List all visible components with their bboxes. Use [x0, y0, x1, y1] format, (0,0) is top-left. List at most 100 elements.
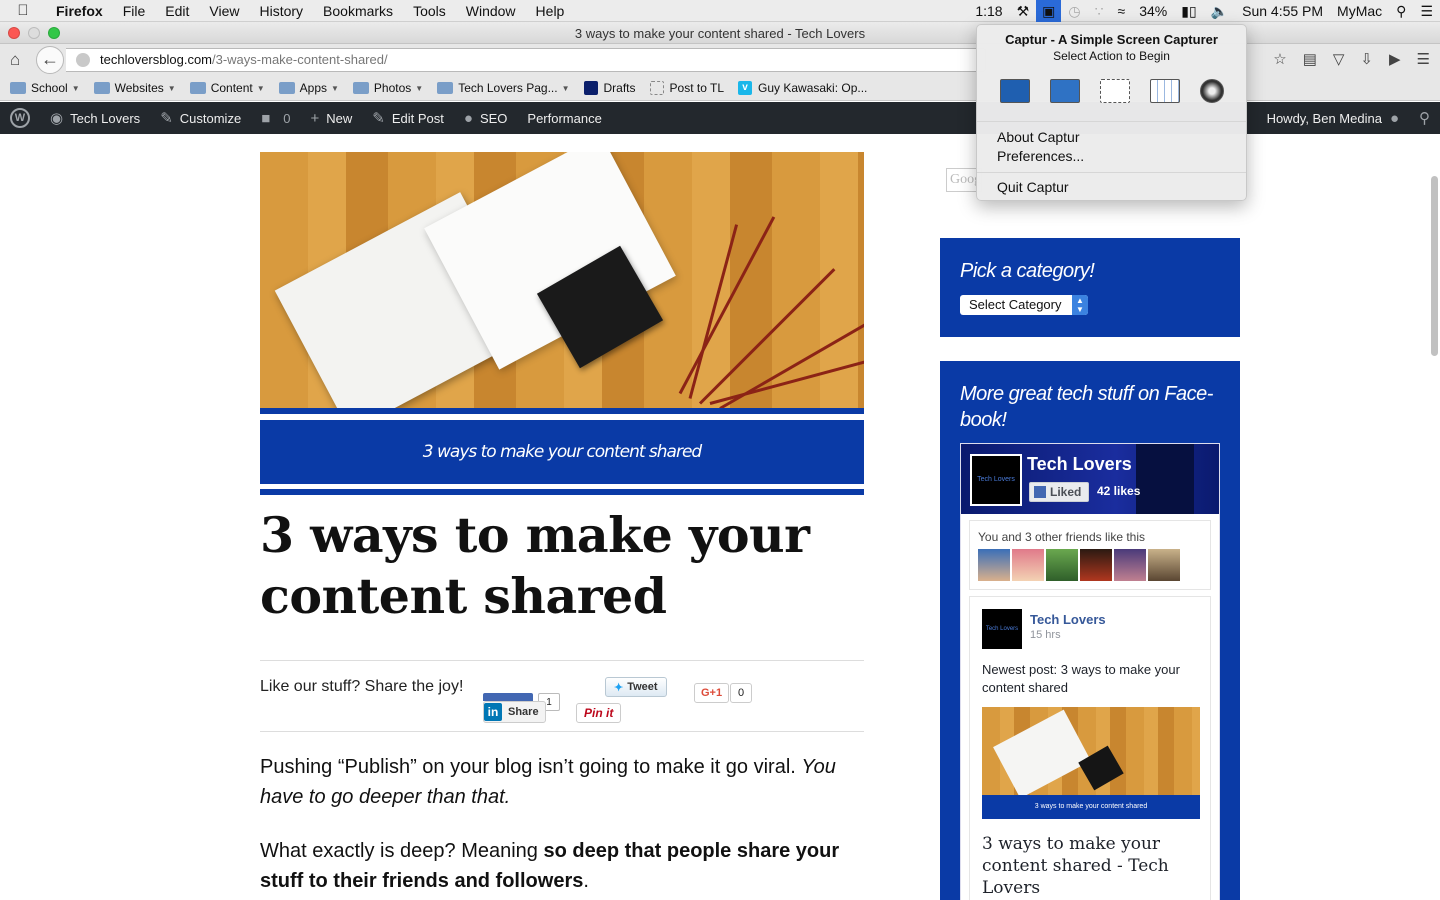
friend-avatar[interactable]	[1046, 549, 1078, 581]
quit-captur-item[interactable]: Quit Captur	[977, 178, 1246, 197]
tweet-button[interactable]: ✦ Tweet	[605, 677, 667, 697]
wp-search[interactable]: ⚲	[1409, 102, 1440, 134]
menu-window[interactable]: Window	[456, 3, 526, 19]
bookmark-folder-content[interactable]: Content ▼	[189, 81, 265, 95]
featured-image	[260, 152, 864, 410]
fb-friend-faces	[978, 549, 1202, 581]
wp-comments[interactable]: ■ 0	[251, 102, 300, 134]
apple-icon[interactable]: 	[0, 2, 46, 19]
bluetooth-icon[interactable]: ∵	[1088, 3, 1111, 20]
bookmark-folder-websites[interactable]: Websites ▼	[93, 81, 176, 95]
wp-site-name[interactable]: ◉ Tech Lovers	[40, 102, 150, 134]
fb-post-author[interactable]: Tech Lovers	[1030, 612, 1106, 627]
wp-account-area: Howdy, Ben Medina ● ⚲	[1257, 102, 1440, 134]
battery-icon[interactable]: ▮▯	[1174, 3, 1203, 20]
menu-app-firefox[interactable]: Firefox	[46, 3, 113, 19]
google-plus-button[interactable]: G+1	[694, 683, 730, 703]
menu-tools[interactable]: Tools	[403, 3, 456, 19]
pinterest-pin-button[interactable]: Pin it	[576, 703, 622, 723]
back-arrow-icon: ←	[41, 49, 59, 69]
preferences-item[interactable]: Preferences...	[977, 147, 1246, 166]
bookmark-guy-kawasaki[interactable]: v Guy Kawasaki: Op...	[738, 81, 867, 95]
post-paragraph-2: What exactly is deep? Meaning so deep th…	[260, 836, 864, 896]
friend-avatar[interactable]	[1012, 549, 1044, 581]
fb-page-name[interactable]: Tech Lovers	[1027, 454, 1132, 475]
menu-help[interactable]: Help	[526, 3, 575, 19]
bookmark-post-to-tl[interactable]: Post to TL	[649, 81, 724, 95]
wp-my-account[interactable]: Howdy, Ben Medina ●	[1257, 102, 1409, 134]
banner-stripe-top	[260, 408, 864, 414]
bookmark-folder-photos[interactable]: Photos ▼	[352, 81, 423, 95]
bookmark-folder-tech-lovers[interactable]: Tech Lovers Pag... ▼	[437, 81, 570, 95]
capture-grid-icon[interactable]	[1149, 79, 1180, 103]
status-time-small[interactable]: 1:18	[968, 3, 1009, 19]
wp-logo-menu[interactable]: W	[0, 102, 40, 134]
download-icon[interactable]: ⇩	[1360, 50, 1373, 68]
home-icon[interactable]: ⌂	[10, 50, 20, 70]
computer-name[interactable]: MyMac	[1330, 3, 1389, 19]
capture-window-icon[interactable]	[1049, 79, 1080, 103]
tools-icon[interactable]: ⚒	[1010, 3, 1037, 20]
youtube-icon[interactable]: ▶	[1389, 50, 1401, 68]
wp-customize-label: Customize	[179, 110, 242, 126]
url-bar[interactable]: techloversblog.com/3-ways-make-content-s…	[66, 48, 986, 72]
facebook-like-button[interactable]	[483, 693, 533, 701]
wifi-icon[interactable]: ≈	[1111, 3, 1133, 19]
friend-avatar[interactable]	[1114, 549, 1146, 581]
fb-post-link-title[interactable]: 3 ways to make your content shared - Tec…	[982, 819, 1198, 900]
wp-new[interactable]: + New	[300, 102, 362, 134]
notification-center-icon[interactable]: ☰	[1413, 3, 1440, 20]
spotlight-icon[interactable]: ⚲	[1389, 3, 1413, 20]
fb-page-picture[interactable]: Tech Lovers	[970, 454, 1022, 506]
fb-post-meta: Tech Lovers 15 hrs	[1030, 609, 1106, 641]
site-info-icon[interactable]	[76, 53, 90, 67]
fb-post-avatar[interactable]: Tech Lovers	[982, 609, 1022, 649]
linkedin-label: Share	[508, 706, 539, 718]
fb-page-cover[interactable]: Tech Lovers Tech Lovers Liked 42 likes	[961, 444, 1219, 514]
pocket-icon[interactable]: ▽	[1333, 50, 1345, 68]
wp-customize[interactable]: ✎ Customize	[150, 102, 251, 134]
linkedin-share-button[interactable]: in Share	[483, 701, 546, 723]
friend-avatar[interactable]	[1080, 549, 1112, 581]
bookmark-folder-school[interactable]: School ▼	[10, 81, 80, 95]
menu-view[interactable]: View	[199, 3, 249, 19]
menu-edit[interactable]: Edit	[155, 3, 199, 19]
fb-friends-box: You and 3 other friends like this	[969, 520, 1211, 590]
bookmark-drafts[interactable]: Drafts	[583, 81, 636, 95]
captur-menubar-icon[interactable]: ▣	[1036, 0, 1062, 22]
page-scrollbar[interactable]	[1431, 176, 1438, 356]
wp-seo-label: SEO	[479, 110, 508, 126]
capture-screen-icon[interactable]	[999, 79, 1030, 103]
chevron-down-icon: ▼	[331, 83, 339, 93]
category-select[interactable]: Select Category ▲ ▼	[960, 295, 1088, 315]
about-captur-item[interactable]: About Captur	[977, 128, 1246, 147]
menu-separator	[977, 121, 1246, 122]
fb-post-thumbnail[interactable]: 3 ways to make your content shared	[982, 707, 1200, 819]
capture-timer-icon[interactable]	[1199, 79, 1224, 103]
friend-avatar[interactable]	[978, 549, 1010, 581]
wp-seo[interactable]: ● SEO	[454, 102, 518, 134]
capture-selection-icon[interactable]	[1099, 79, 1130, 103]
menu-file[interactable]: File	[113, 3, 156, 19]
menu-bookmarks[interactable]: Bookmarks	[313, 3, 403, 19]
bookmark-star-icon[interactable]: ☆	[1273, 50, 1286, 68]
back-button[interactable]: ←	[36, 46, 64, 74]
reading-list-icon[interactable]: ▤	[1303, 50, 1317, 68]
time-machine-icon[interactable]: ◷	[1061, 3, 1087, 20]
battery-percent[interactable]: 34%	[1132, 3, 1174, 19]
user-icon: ●	[1389, 109, 1399, 127]
fb-likes-count: 42 likes	[1097, 484, 1141, 498]
wp-performance[interactable]: Performance	[517, 102, 611, 134]
fb-liked-button[interactable]: Liked	[1029, 482, 1090, 502]
menu-history[interactable]: History	[249, 3, 313, 19]
wp-edit-post[interactable]: ✎ Edit Post	[362, 102, 454, 134]
clock-datetime[interactable]: Sun 4:55 PM	[1235, 3, 1330, 19]
category-widget: Pick a category! Select Category ▲ ▼	[940, 238, 1240, 337]
folder-icon	[189, 82, 206, 94]
bookmark-folder-apps[interactable]: Apps ▼	[278, 81, 339, 95]
hamburger-menu-icon[interactable]: ☰	[1417, 50, 1430, 68]
friend-avatar[interactable]	[1148, 549, 1180, 581]
fb-post-card: Tech Lovers Tech Lovers 15 hrs Newest po…	[969, 596, 1211, 900]
fb-post-time[interactable]: 15 hrs	[1030, 629, 1106, 641]
volume-icon[interactable]: 🔈	[1204, 3, 1235, 20]
